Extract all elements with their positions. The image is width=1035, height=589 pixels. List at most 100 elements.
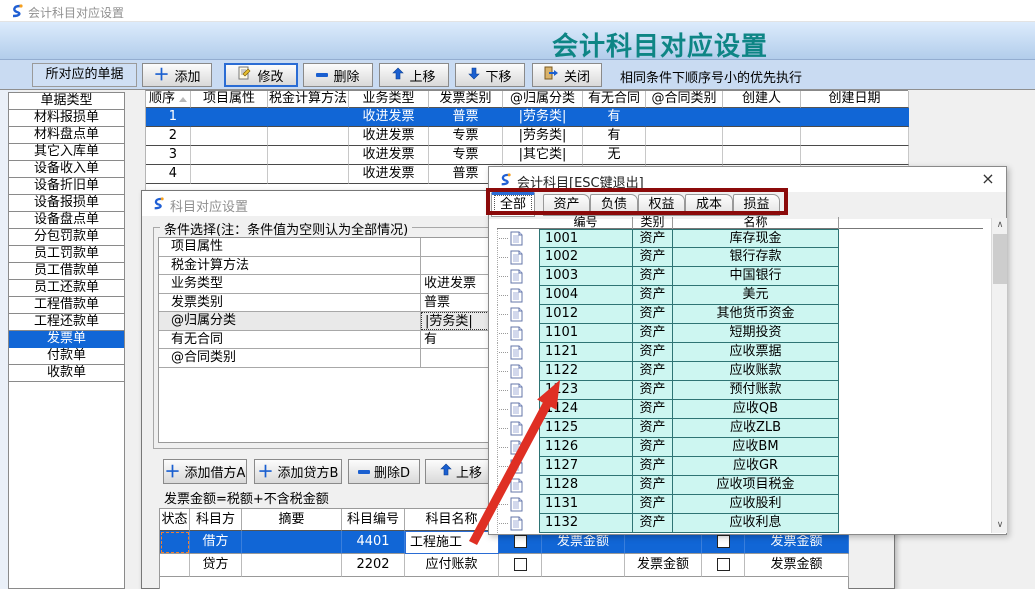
close-button[interactable]: 关闭 [532, 63, 602, 87]
table-cell[interactable] [646, 146, 723, 165]
table-cell[interactable]: |其它类| [503, 146, 583, 165]
delete-entry-button[interactable]: 删除D [348, 459, 420, 484]
entry-cell-name[interactable]: 应付账款 [405, 554, 499, 577]
table-cell[interactable] [723, 146, 801, 165]
move-up-button[interactable]: 上移 [379, 63, 449, 87]
column-header[interactable]: 创建日期 [801, 91, 909, 108]
sidebar-item[interactable]: 工程还款单 [9, 314, 124, 331]
subject-row[interactable]: 1002资产银行存款 [497, 248, 983, 267]
entry-cell-checkbox[interactable] [702, 554, 745, 577]
sidebar-item[interactable]: 员工罚款单 [9, 246, 124, 263]
subject-row[interactable]: 1128资产应收项目税金 [497, 476, 983, 495]
column-header[interactable]: @归属分类 [503, 91, 583, 108]
table-cell[interactable] [646, 108, 723, 127]
table-cell[interactable] [268, 108, 349, 127]
table-cell[interactable] [191, 165, 268, 184]
sidebar-item[interactable]: 设备报损单 [9, 195, 124, 212]
move-down-button[interactable]: 下移 [455, 63, 525, 87]
table-cell[interactable]: 收进发票 [349, 108, 429, 127]
sidebar-item[interactable]: 设备盘点单 [9, 212, 124, 229]
entry-cell-amount[interactable]: 发票金额 [745, 554, 849, 577]
entry-move-up-button[interactable]: 上移 [425, 459, 497, 484]
add-button[interactable]: ＋ 添加 [142, 63, 212, 87]
checkbox-unchecked[interactable] [514, 558, 527, 571]
table-cell[interactable]: 3 [146, 146, 191, 165]
entry-cell-amount[interactable]: 发票金额 [625, 554, 702, 577]
entry-cell-direction[interactable]: 贷方 [190, 554, 242, 577]
sidebar-item[interactable]: 员工还款单 [9, 280, 124, 297]
subject-row[interactable]: 1101资产短期投资 [497, 324, 983, 343]
subject-row[interactable]: 1003资产中国银行 [497, 267, 983, 286]
table-cell[interactable]: 2 [146, 127, 191, 146]
table-cell[interactable] [268, 127, 349, 146]
entry-cell-amount[interactable] [542, 554, 625, 577]
column-header[interactable]: 顺序 [146, 91, 191, 108]
checkbox-unchecked[interactable] [717, 535, 730, 548]
entry-cell-code[interactable]: 2202 [342, 554, 405, 577]
table-cell[interactable] [191, 127, 268, 146]
scrollbar-thumb[interactable] [993, 234, 1007, 284]
entry-cell-status[interactable] [160, 554, 190, 577]
table-cell[interactable] [723, 127, 801, 146]
sidebar-item[interactable]: 其它入库单 [9, 144, 124, 161]
scrollbar[interactable]: ∧ ∨ [991, 218, 1007, 533]
sidebar-item[interactable]: 材料报损单 [9, 110, 124, 127]
column-header[interactable]: 创建人 [723, 91, 801, 108]
sidebar-item[interactable]: 设备收入单 [9, 161, 124, 178]
table-cell[interactable] [191, 146, 268, 165]
table-cell[interactable] [268, 165, 349, 184]
table-cell[interactable] [801, 127, 909, 146]
table-cell[interactable]: 专票 [429, 146, 503, 165]
table-cell[interactable]: 4 [146, 165, 191, 184]
subject-row[interactable]: 1121资产应收票据 [497, 343, 983, 362]
column-header[interactable]: 项目属性 [191, 91, 268, 108]
table-cell[interactable]: 收进发票 [349, 146, 429, 165]
subject-row[interactable]: 1122资产应收账款 [497, 362, 983, 381]
sidebar-item[interactable]: 收款单 [9, 365, 124, 382]
add-debit-button[interactable]: ＋ 添加借方A [163, 459, 247, 484]
table-cell[interactable] [723, 108, 801, 127]
entry-cell-status[interactable] [160, 531, 190, 554]
subject-row[interactable]: 1004资产美元 [497, 286, 983, 305]
scroll-up-icon[interactable]: ∧ [992, 218, 1008, 233]
table-cell[interactable] [268, 146, 349, 165]
subject-row[interactable]: 1126资产应收BM [497, 438, 983, 457]
entry-cell-summary[interactable] [242, 554, 342, 577]
subject-row[interactable]: 1132资产应收利息 [497, 514, 983, 533]
sidebar-item[interactable]: 员工借款单 [9, 263, 124, 280]
table-cell[interactable] [801, 108, 909, 127]
entry-cell-name-editing[interactable]: 工程施工 [405, 531, 499, 554]
scroll-down-icon[interactable]: ∨ [992, 518, 1008, 533]
table-cell[interactable]: 收进发票 [349, 127, 429, 146]
sidebar-item-selected[interactable]: 发票单 [9, 331, 124, 348]
table-cell[interactable]: 收进发票 [349, 165, 429, 184]
sidebar-item[interactable]: 设备折旧单 [9, 178, 124, 195]
sidebar-item[interactable]: 工程借款单 [9, 297, 124, 314]
entry-cell-code[interactable]: 4401 [342, 531, 405, 554]
table-cell[interactable]: |劳务类| [503, 108, 583, 127]
subject-row[interactable]: 1001资产库存现金 [497, 229, 983, 248]
entry-cell-checkbox[interactable] [499, 554, 542, 577]
condition-value-focused[interactable]: |劳务类| [421, 312, 491, 330]
table-cell[interactable]: 1 [146, 108, 191, 127]
column-header[interactable]: @合同类别 [646, 91, 723, 108]
checkbox-unchecked[interactable] [717, 558, 730, 571]
column-header[interactable]: 税金计算方法 [268, 91, 349, 108]
subject-row[interactable]: 1131资产应收股利 [497, 495, 983, 514]
delete-button[interactable]: 删除 [303, 63, 373, 87]
sidebar-item[interactable]: 材料盘点单 [9, 127, 124, 144]
table-cell[interactable] [646, 127, 723, 146]
subject-row[interactable]: 1123资产预付账款 [497, 381, 983, 400]
table-cell[interactable]: 有 [583, 108, 646, 127]
checkbox-unchecked[interactable] [514, 535, 527, 548]
table-cell[interactable]: 无 [583, 146, 646, 165]
add-credit-button[interactable]: ＋ 添加贷方B [254, 459, 342, 484]
subject-row[interactable]: 1125资产应收ZLB [497, 419, 983, 438]
table-cell[interactable]: 普票 [429, 108, 503, 127]
entry-cell-direction[interactable]: 借方 [190, 531, 242, 554]
table-cell[interactable]: 专票 [429, 127, 503, 146]
table-cell[interactable]: |劳务类| [503, 127, 583, 146]
subject-row[interactable]: 1124资产应收QB [497, 400, 983, 419]
entry-cell-summary[interactable] [242, 531, 342, 554]
table-cell[interactable] [801, 146, 909, 165]
